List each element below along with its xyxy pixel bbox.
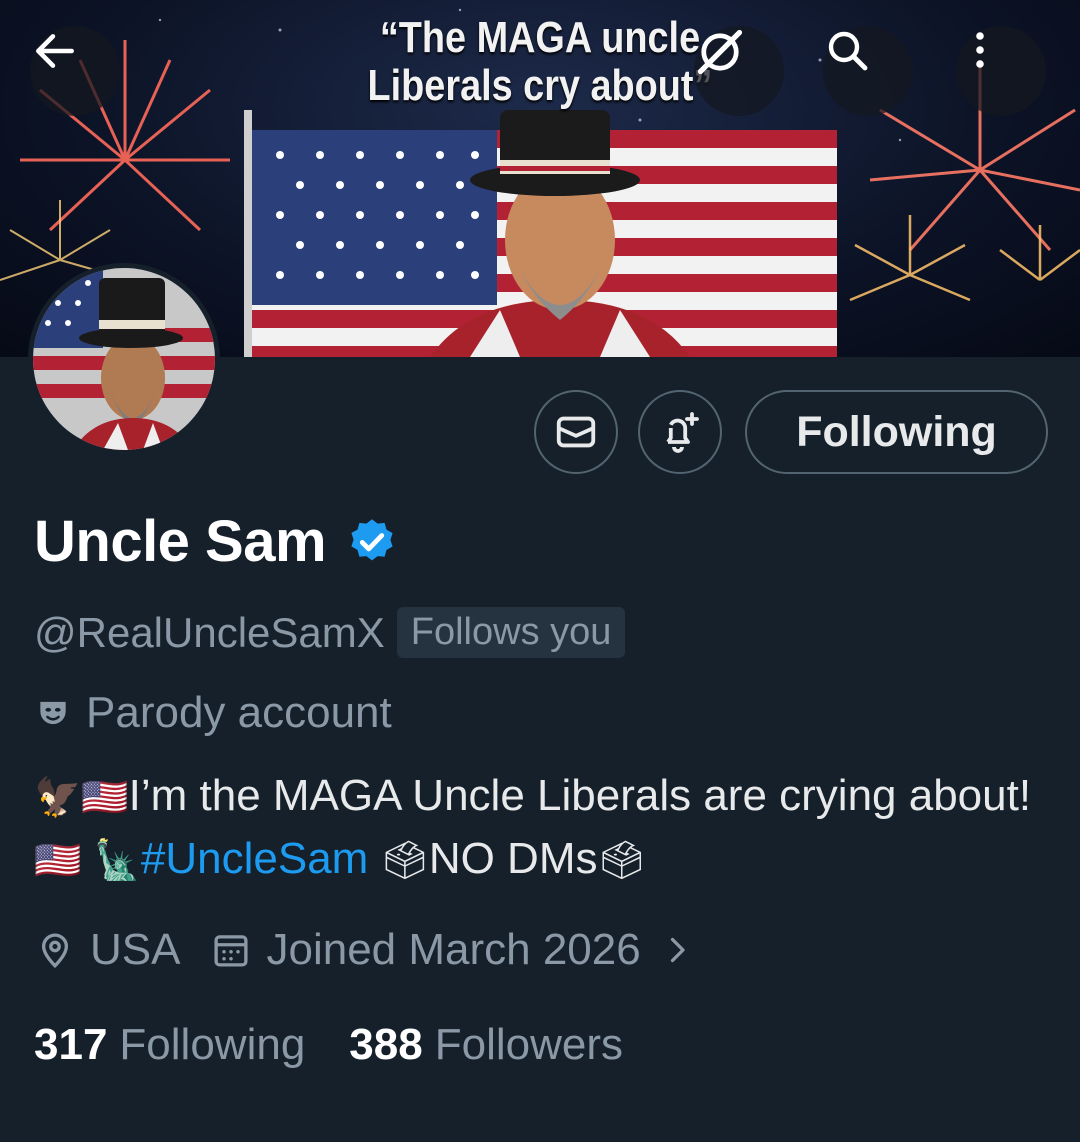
profile-meta: USA Joined March 2026 <box>34 925 695 975</box>
followers-count-label: Followers <box>434 1020 623 1069</box>
location-text: USA <box>90 925 181 974</box>
message-button[interactable] <box>534 390 618 474</box>
ballot-box-emoji-icon: 🗳 <box>380 838 429 882</box>
bio: 🦅🇺🇸I’m the MAGA Uncle Liberals are cryin… <box>34 765 1054 891</box>
grok-icon <box>697 29 743 75</box>
statue-of-liberty-emoji-icon: 🗽 <box>93 838 141 882</box>
bio-text-part2: NO DMs <box>428 834 598 883</box>
display-name: Uncle Sam <box>34 509 327 574</box>
location-pin-icon <box>41 933 69 969</box>
back-button[interactable] <box>30 26 120 116</box>
theater-mask-icon <box>40 701 66 725</box>
followers-count: 388 <box>349 1020 423 1069</box>
grok-button[interactable] <box>694 26 784 116</box>
bio-text-part1: I’m the MAGA Uncle Liberals are crying a… <box>128 771 1032 820</box>
name-row: Uncle Sam <box>34 508 398 575</box>
following-button[interactable]: Following <box>745 390 1048 474</box>
location-item: USA <box>34 925 180 975</box>
follow-counts: 317 Following 388 Followers <box>34 1020 623 1070</box>
us-flag-emoji-icon: 🇺🇸 <box>34 838 82 882</box>
avatar[interactable] <box>28 263 220 455</box>
parody-account-label: Parody account <box>86 688 392 737</box>
search-button[interactable] <box>823 26 913 116</box>
following-count: 317 <box>34 1020 108 1069</box>
notifications-button[interactable] <box>638 390 722 474</box>
search-icon <box>828 31 868 71</box>
eagle-emoji-icon: 🦅 <box>34 775 82 819</box>
following-count-label: Following <box>119 1020 306 1069</box>
avatar-image <box>33 268 215 450</box>
ballot-box-emoji-icon: 🗳 <box>597 838 646 882</box>
chevron-right-icon <box>670 937 685 963</box>
following-count-link[interactable]: 317 Following <box>34 1020 305 1070</box>
us-flag-emoji-icon: 🇺🇸 <box>81 775 129 819</box>
more-button[interactable] <box>956 26 1046 116</box>
bell-plus-icon <box>666 412 699 453</box>
verified-badge-icon[interactable] <box>346 516 398 568</box>
arrow-left-icon <box>36 34 74 68</box>
hashtag-link[interactable]: #UncleSam <box>141 834 368 883</box>
handle: @RealUncleSamX <box>34 608 385 656</box>
joined-text: Joined March 2026 <box>266 925 641 974</box>
parody-label-row[interactable]: Parody account <box>34 688 392 738</box>
calendar-icon <box>214 935 249 967</box>
envelope-icon <box>556 416 596 448</box>
followers-count-link[interactable]: 388 Followers <box>349 1020 623 1070</box>
joined-item[interactable]: Joined March 2026 <box>210 925 694 975</box>
more-vertical-icon <box>976 32 984 68</box>
follows-you-badge: Follows you <box>396 607 626 658</box>
handle-row: @RealUncleSamX Follows you <box>34 607 626 658</box>
